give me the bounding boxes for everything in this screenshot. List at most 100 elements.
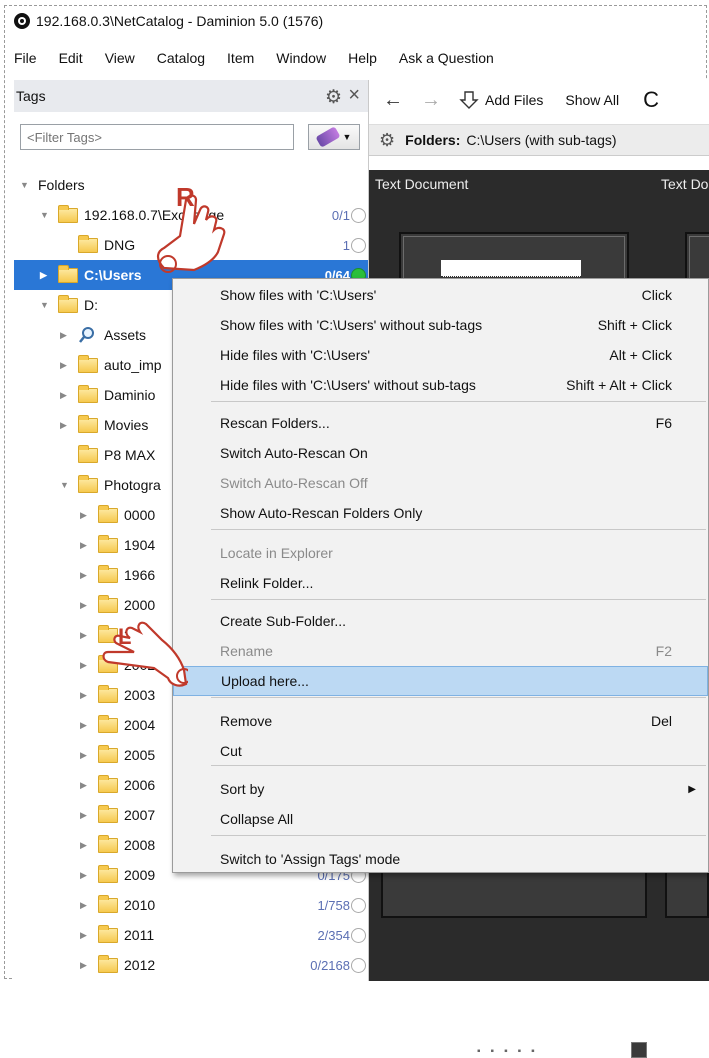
chevron-right-icon[interactable]: ▶: [60, 330, 67, 341]
back-arrow-icon[interactable]: ←: [383, 89, 403, 112]
status-circle-icon[interactable]: [351, 207, 366, 223]
menu-file[interactable]: File: [14, 50, 37, 66]
tree-row[interactable]: ▶ 2010 1/758: [14, 890, 368, 920]
menu-catalog[interactable]: Catalog: [157, 50, 205, 66]
tree-row[interactable]: ▶ 2011 2/354: [14, 920, 368, 950]
chevron-down-icon[interactable]: ▼: [40, 300, 49, 310]
tree-row-label: P8 MAX: [104, 447, 156, 463]
chevron-right-icon[interactable]: ▶: [80, 900, 87, 911]
tree-row-count: 0/2168: [310, 957, 350, 973]
folder-icon: [98, 804, 118, 823]
chevron-right-icon[interactable]: ▶: [80, 750, 87, 761]
status-circle-icon[interactable]: [351, 897, 366, 913]
menu-view[interactable]: View: [105, 50, 135, 66]
chevron-right-icon[interactable]: ▶: [80, 630, 87, 641]
chevron-right-icon[interactable]: ▶: [80, 600, 87, 611]
tree-row[interactable]: ▼ Folders: [14, 170, 368, 200]
tree-row[interactable]: DNG 1: [14, 230, 368, 260]
chevron-right-icon[interactable]: ▶: [80, 840, 87, 851]
folder-icon: [98, 504, 118, 523]
tree-row-label: 2007: [124, 807, 156, 823]
refresh-icon[interactable]: C: [643, 87, 659, 113]
context-menu-item[interactable]: Create Sub-Folder...: [173, 606, 708, 636]
context-menu-shortcut: Alt + Click: [609, 347, 672, 363]
main-toolbar: ← → Add Files Show All C: [369, 80, 709, 120]
context-menu-item-label: Sort by: [220, 781, 265, 797]
tag-filter-button[interactable]: ▼: [308, 124, 360, 150]
add-files-button[interactable]: Add Files: [459, 90, 543, 110]
show-all-button[interactable]: Show All: [565, 92, 619, 108]
context-menu-item[interactable]: Sort by ▶: [173, 774, 708, 804]
submenu-arrow-icon: ▶: [688, 783, 696, 795]
chevron-right-icon[interactable]: ▶: [80, 870, 87, 881]
close-icon[interactable]: ×: [348, 84, 360, 107]
chevron-right-icon[interactable]: ▶: [60, 420, 67, 431]
context-menu-item[interactable]: Remove Del: [173, 706, 708, 736]
context-menu-item[interactable]: Show Auto-Rescan Folders Only: [173, 498, 708, 528]
chevron-down-icon[interactable]: ▼: [40, 210, 49, 220]
context-menu-item[interactable]: Collapse All: [173, 804, 708, 834]
chevron-right-icon[interactable]: ▶: [80, 720, 87, 731]
folder-icon: [78, 474, 98, 493]
context-menu-item-label: Locate in Explorer: [220, 545, 333, 561]
gear-icon[interactable]: ⚙: [325, 86, 342, 109]
chevron-right-icon[interactable]: ▶: [80, 810, 87, 821]
context-menu-item[interactable]: Relink Folder...: [173, 568, 708, 598]
filter-tags-input[interactable]: [20, 124, 294, 150]
folder-icon: [98, 714, 118, 733]
status-circle-icon[interactable]: [351, 237, 366, 253]
folder-icon: [98, 834, 118, 853]
document-preview: [441, 260, 581, 277]
context-menu-item[interactable]: Show files with 'C:\Users' without sub-t…: [173, 310, 708, 340]
context-menu-item[interactable]: Switch to 'Assign Tags' mode: [173, 844, 708, 874]
menu-ask-question[interactable]: Ask a Question: [399, 50, 494, 66]
context-menu-shortcut: F2: [655, 643, 672, 659]
chevron-down-icon[interactable]: ▼: [20, 180, 29, 190]
tree-row-label: 1966: [124, 567, 156, 583]
menu-item[interactable]: Item: [227, 50, 254, 66]
tree-row-label: Movies: [104, 417, 149, 433]
menu-edit[interactable]: Edit: [59, 50, 83, 66]
tree-row-label: 2012: [124, 957, 156, 973]
forward-arrow-icon[interactable]: →: [421, 89, 441, 112]
chevron-right-icon[interactable]: ▶: [80, 510, 87, 521]
thumbnail[interactable]: [665, 870, 709, 918]
chevron-right-icon[interactable]: ▶: [80, 570, 87, 581]
tree-row[interactable]: ▶ 2012 0/2168: [14, 950, 368, 980]
tree-row-label: 192.168.0.7\Exchange: [84, 207, 225, 223]
context-menu-item[interactable]: Switch Auto-Rescan On: [173, 438, 708, 468]
context-menu-item[interactable]: Upload here...: [173, 666, 708, 696]
context-menu-item[interactable]: Hide files with 'C:\Users' Alt + Click: [173, 340, 708, 370]
folder-bar-label: Folders:: [405, 132, 461, 148]
status-circle-icon[interactable]: [351, 957, 366, 973]
checkbox[interactable]: [631, 1042, 647, 1058]
menu-window[interactable]: Window: [276, 50, 326, 66]
chevron-right-icon[interactable]: ▶: [80, 930, 87, 941]
context-menu-item[interactable]: Hide files with 'C:\Users' without sub-t…: [173, 370, 708, 400]
tree-row[interactable]: ▼ 192.168.0.7\Exchange 0/1: [14, 200, 368, 230]
tree-row-label: D:: [84, 297, 98, 313]
chevron-right-icon[interactable]: ▶: [80, 660, 87, 671]
gear-icon[interactable]: ⚙: [379, 130, 395, 151]
status-circle-icon[interactable]: [351, 927, 366, 943]
chevron-right-icon[interactable]: ▶: [80, 960, 87, 971]
context-menu-item[interactable]: Rescan Folders... F6: [173, 408, 708, 438]
chevron-right-icon[interactable]: ▶: [60, 390, 67, 401]
folder-icon: [58, 204, 78, 223]
chevron-right-icon[interactable]: ▶: [40, 270, 47, 281]
tree-row-label: 2009: [124, 867, 156, 883]
tags-panel-title: Tags: [16, 88, 46, 104]
thumbnail[interactable]: [381, 870, 647, 918]
context-menu-item-label: Switch Auto-Rescan Off: [220, 475, 368, 491]
context-menu-item[interactable]: Show files with 'C:\Users' Click: [173, 280, 708, 310]
chevron-right-icon[interactable]: ▶: [80, 540, 87, 551]
chevron-right-icon[interactable]: ▶: [80, 780, 87, 791]
chevron-right-icon[interactable]: ▶: [60, 360, 67, 371]
chevron-down-icon[interactable]: ▼: [60, 480, 69, 490]
chevron-right-icon[interactable]: ▶: [80, 690, 87, 701]
context-menu-item-label: Remove: [220, 713, 273, 729]
context-menu-item[interactable]: Cut: [173, 736, 708, 766]
folder-icon: [58, 294, 78, 313]
menu-help[interactable]: Help: [348, 50, 377, 66]
folder-icon: [98, 684, 118, 703]
